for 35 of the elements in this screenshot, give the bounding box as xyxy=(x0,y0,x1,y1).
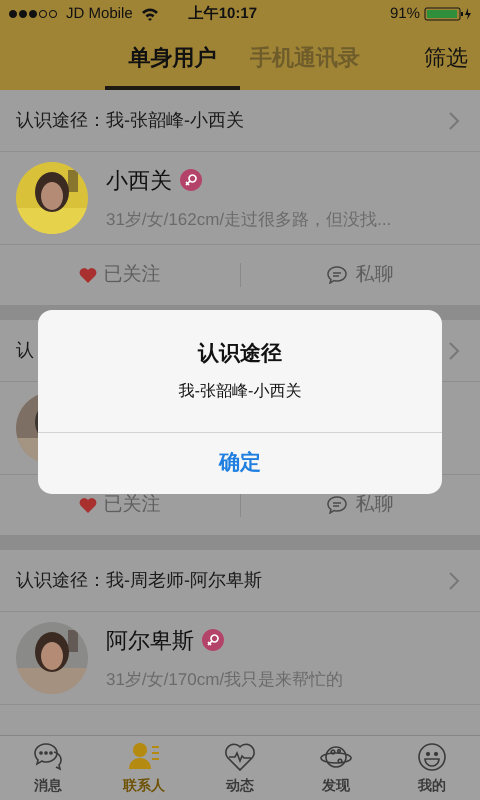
speech-bubble-icon xyxy=(327,496,348,514)
connection-path: 认 xyxy=(16,339,34,362)
alert-title: 认识途径 xyxy=(198,341,282,367)
contact-name: 阿尔卑斯 xyxy=(106,626,194,655)
tab-bar-item[interactable]: 我的 xyxy=(384,736,480,800)
follow-button[interactable]: 已关注 xyxy=(0,260,240,290)
clock-time: 上午10:17 xyxy=(188,4,258,24)
follow-button[interactable]: 已关注 xyxy=(0,490,240,520)
smiley-icon xyxy=(416,740,448,772)
filter-button[interactable]: 筛选 xyxy=(424,28,468,90)
chat-bubbles-icon xyxy=(32,740,64,772)
chat-button[interactable]: 私聊 xyxy=(240,490,480,520)
chat-button[interactable]: 私聊 xyxy=(240,260,480,290)
chevron-right-icon[interactable] xyxy=(448,110,460,130)
tab-bar-item[interactable]: 发现 xyxy=(288,736,384,800)
chevron-right-icon[interactable] xyxy=(448,340,460,360)
speech-bubble-icon xyxy=(327,266,348,284)
tab-bar-item[interactable]: 动态 xyxy=(192,736,288,800)
tab-bar-item[interactable]: 消息 xyxy=(0,736,96,800)
heart-icon xyxy=(79,267,98,283)
heart-icon xyxy=(79,497,98,513)
connection-path: 认识途径：我-周老师-阿尔卑斯 xyxy=(16,569,262,592)
female-icon xyxy=(180,169,202,192)
alert-message: 我-张韶峰-小西关 xyxy=(178,382,302,402)
female-icon xyxy=(202,629,224,652)
chevron-right-icon[interactable] xyxy=(448,570,460,590)
battery-percentage: 91% xyxy=(390,4,420,24)
connection-path: 认识途径：我-张韶峰-小西关 xyxy=(16,109,244,132)
heart-pulse-icon xyxy=(224,740,256,772)
carrier-name: JD Mobile xyxy=(66,4,133,24)
wifi-icon xyxy=(140,8,159,20)
contact-name: 小西关 xyxy=(106,166,172,195)
tab-bar-item[interactable]: 联系人 xyxy=(96,736,192,800)
battery-icon xyxy=(424,7,472,21)
confirm-button[interactable]: 确定 xyxy=(38,432,442,494)
